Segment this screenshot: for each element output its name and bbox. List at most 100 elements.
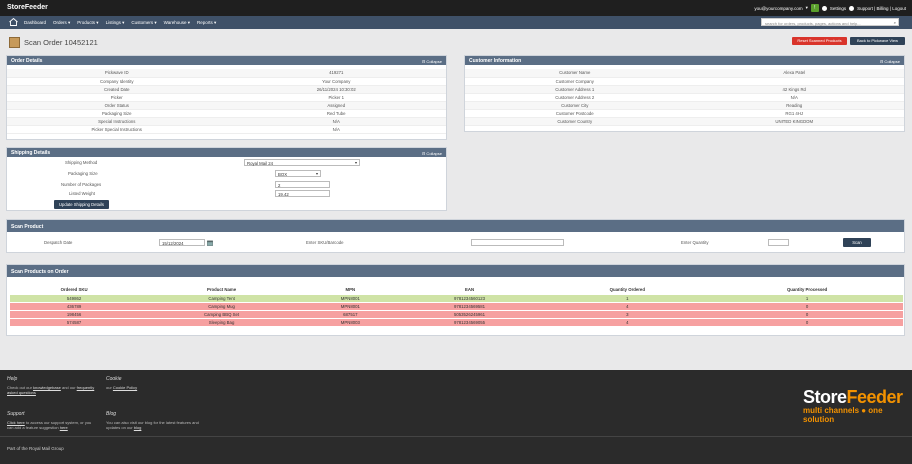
quantity-processed-cell: 0 [711,317,903,326]
footer: Help Check out our knowledgebase and our… [0,370,912,464]
col-ean[interactable]: EAN [395,285,544,294]
blog-link[interactable]: blog [134,425,142,430]
customer-info-label: Customer Country [465,117,685,126]
order-details-label: Picker [7,93,227,102]
order-details-label: Pickwave ID [7,69,227,78]
col-ordered-sku[interactable]: Ordered SKU [10,285,139,294]
footer-blog: Blog You can also visit our blog for the… [106,411,201,431]
customer-info-panel: Customer Information ⊟ Collapse Customer… [464,55,905,132]
col-mpn[interactable]: MPN [304,285,396,294]
order-details-value: Picker 1 [226,93,446,102]
product-name-cell: Sleeping Bag [138,317,305,326]
feature-suggestion-link[interactable]: here [60,425,68,430]
col-product-name[interactable]: Product Name [138,285,305,294]
scan-product-panel: Scan Product Despatch Date 15/12/2024 En… [6,219,905,253]
shipping-method-label: Shipping Method [65,160,98,165]
footer-help-text: Check out our [7,384,32,390]
calendar-icon[interactable] [207,240,213,246]
order-details-header: Order Details ⊟ Collapse [7,56,446,65]
customer-info-row: Customer Company [465,77,904,86]
customer-info-value: RG1 4HJ [684,109,904,118]
settings-link[interactable]: Settings [830,6,846,11]
ordered-sku-cell: 549862 [10,293,139,302]
customer-info-label: Customer City [465,101,685,110]
notifications-button[interactable]: ! [810,4,819,12]
footer-tagline: multi channels ● one solution [803,406,883,424]
footer-support: Support Click here to access our support… [7,411,92,431]
footer-help-title: Help [7,376,18,382]
packaging-size-value: BOX [278,171,288,177]
order-details-label: Special Instructions [7,117,227,126]
nav-menu: Dashboard Orders ▾ Products ▾ Listings ▾… [24,20,216,26]
ean-cell: 9781234569055 [395,317,544,326]
back-to-pickwave-button[interactable]: Back to Pickwave View [850,37,905,45]
nav-item-dashboard[interactable]: Dashboard [24,20,46,26]
quantity-ordered-cell: 4 [543,301,712,310]
nav-item-reports[interactable]: Reports ▾ [197,20,216,26]
customer-info-label: Customer Address 1 [465,85,685,94]
quantity-input[interactable] [768,239,789,246]
ordered-sku-cell: 198456 [10,309,139,318]
order-details-collapse-button[interactable]: ⊟ Collapse [422,59,442,64]
order-details-value: Assigned [226,101,446,110]
despatch-date-input[interactable]: 15/12/2024 [159,239,205,246]
nav-item-customers[interactable]: Customers ▾ [131,20,156,26]
nav-item-orders[interactable]: Orders ▾ [53,20,70,26]
scan-button[interactable]: Scan [843,238,871,247]
customer-info-row: Customer Address 2 N/A [465,93,904,102]
footer-help-text-2: and our [61,384,76,390]
global-search-input[interactable]: search for orders, products, pages, acti… [761,18,899,26]
col-quantity-processed[interactable]: Quantity Processed [711,285,903,294]
product-row: 436789 Camping Mug MPN8001 9781234569581 4 0 [10,301,903,310]
footer-blog-text: You can also visit our blog for the late… [106,419,199,431]
customer-info-row: Customer Country UNITED KINGDOM [465,117,904,126]
order-details-row: Created Date 26/11/2024 10:30:02 [7,85,446,94]
footer-divider [0,436,912,437]
search-icon[interactable]: ⌕ [894,20,896,25]
cookie-policy-link[interactable]: Cookie Policy [113,385,137,390]
order-details-label: Company Identity [7,77,227,86]
listed-weight-label: Listed Weight [69,191,95,196]
product-row: 549862 Camping Tent MPN8001 9781234560123 1 1 [10,293,903,302]
order-details-row: Packaging Size Red Tube [7,109,446,118]
user-account-dropdown[interactable]: you@yourcompany.com [754,6,802,11]
home-icon[interactable] [9,18,18,26]
support-click-here-link[interactable]: Click here [7,420,25,425]
scan-order-icon [9,37,20,48]
listed-weight-input[interactable]: 19.42 [275,190,330,197]
packaging-size-select[interactable]: BOX [275,170,321,177]
quantity-processed-cell: 0 [711,301,903,310]
customer-info-row: Customer Name Alexa Patel [465,69,904,78]
order-details-row: Company Identity Your Company [7,77,446,86]
customer-info-value: Reading [684,101,904,110]
ean-cell: 5053526245961 [395,309,544,318]
sku-barcode-input[interactable] [471,239,564,246]
gear-icon [821,5,827,11]
customer-info-collapse-button[interactable]: ⊟ Collapse [880,59,900,64]
col-quantity-ordered[interactable]: Quantity Ordered [543,285,712,294]
update-shipping-details-button[interactable]: Update Shipping Details [54,200,109,209]
shipping-method-select[interactable]: Royal Mail 24 [244,159,360,166]
order-details-value: N/A [226,125,446,134]
product-row: 198456 Camping BBQ Set 687517 5053526245961… [10,309,903,318]
order-details-row: Picker Special Instructions N/A [7,125,446,134]
number-of-packages-label: Number of Packages [61,182,102,187]
order-details-row: Order Status Assigned [7,101,446,110]
knowledgebase-link[interactable]: knowledgebase [33,385,61,390]
order-details-row: Pickwave ID 419271 [7,69,446,78]
order-details-value: Red Tube [226,109,446,118]
nav-item-listings[interactable]: Listings ▾ [106,20,125,26]
number-of-packages-input[interactable]: 2 [275,181,330,188]
brand-logo[interactable]: StoreFeeder [7,4,48,11]
scanned-products-table: Ordered SKU Product Name MPN EAN Quantit… [10,285,903,326]
scan-products-title: Scan Products on Order [11,268,69,275]
customer-info-value: Alexa Patel [684,69,904,78]
customer-info-row: Customer Address 1 42 Kings Rd [465,85,904,94]
nav-item-warehouse[interactable]: Warehouse ▾ [164,20,190,26]
quantity-ordered-cell: 3 [543,309,712,318]
quantity-ordered-cell: 4 [543,317,712,326]
support-billing-logout-links[interactable]: Support | Billing | Logout [857,6,906,11]
shipping-details-collapse-button[interactable]: ⊟ Collapse [422,151,442,156]
reset-scanned-products-button[interactable]: Reset Scanned Products [792,37,847,45]
nav-item-products[interactable]: Products ▾ [77,20,98,26]
